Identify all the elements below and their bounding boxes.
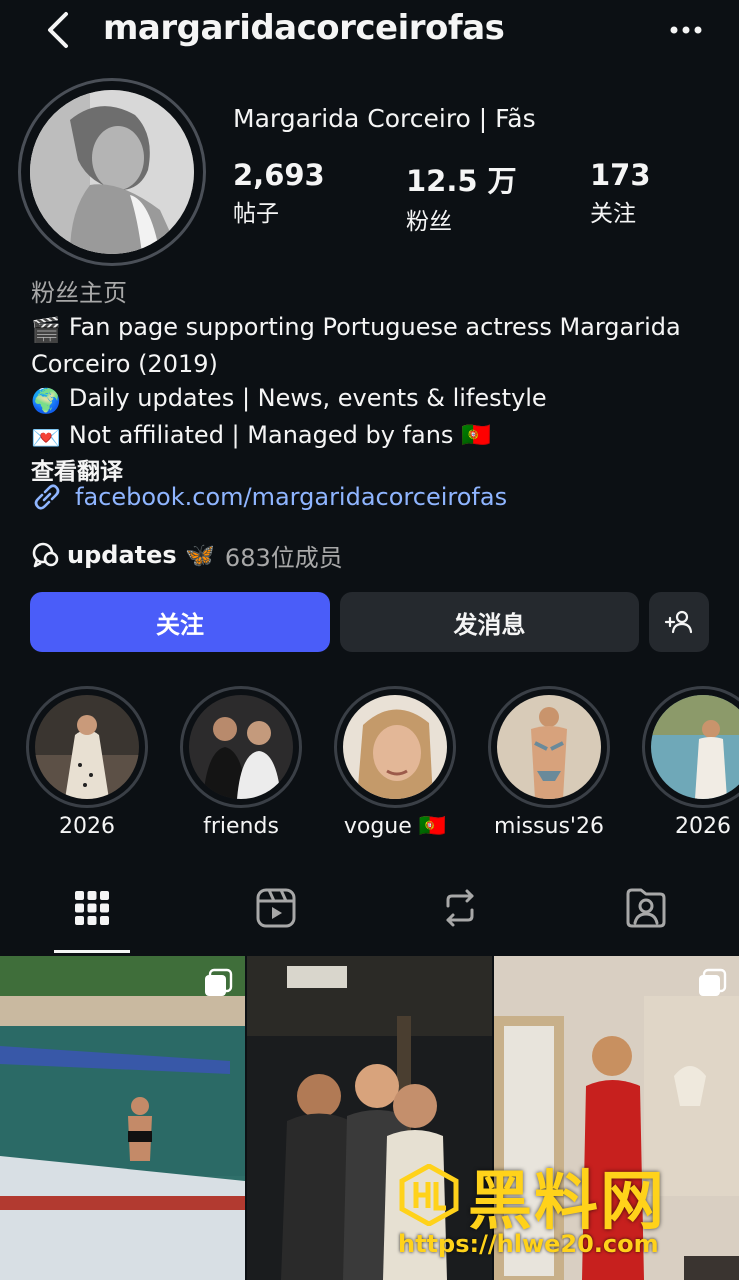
story-highlight[interactable]: 2026 [642, 686, 739, 839]
active-tab-indicator [54, 950, 130, 953]
suggest-accounts-button[interactable] [649, 592, 709, 652]
multi-photo-icon [205, 968, 233, 996]
post-thumbnail[interactable] [247, 956, 492, 1280]
highlight-cover [35, 695, 139, 799]
following-stat[interactable]: 173 关注 [590, 158, 651, 228]
highlight-cover [343, 695, 447, 799]
followers-count: 12.5 万 [406, 164, 517, 198]
bio-line-2: 🌍 Daily updates | News, events & lifestyl… [31, 381, 721, 418]
message-button[interactable]: 发消息 [340, 592, 639, 652]
back-button[interactable] [40, 10, 80, 50]
highlight-label: 2026 [675, 814, 731, 839]
tab-posts-grid[interactable] [0, 862, 184, 954]
highlight-cover [497, 695, 601, 799]
following-count: 173 [590, 158, 651, 192]
story-highlight[interactable]: vogue 🇵🇹 [334, 686, 456, 839]
highlight-label: vogue 🇵🇹 [343, 814, 447, 839]
profile-category: 粉丝主页 [31, 279, 127, 307]
repost-icon [446, 889, 474, 927]
story-highlight[interactable]: friends [180, 686, 302, 839]
profile-username[interactable]: margaridacorceirofas [103, 8, 505, 48]
multi-photo-icon [699, 968, 727, 996]
followers-stat[interactable]: 12.5 万 粉丝 [406, 158, 517, 236]
highlight-ring [334, 686, 456, 808]
story-highlight[interactable]: missus'26 [488, 686, 610, 839]
highlight-cover [189, 695, 293, 799]
story-highlight[interactable]: 2026 [26, 686, 148, 839]
follow-button[interactable]: 关注 [30, 592, 330, 652]
more-options-button[interactable] [666, 12, 706, 48]
followers-label: 粉丝 [406, 209, 452, 235]
bio-line-3-text: Not affiliated | Managed by fans 🇵🇹 [68, 421, 491, 449]
highlight-ring [642, 686, 739, 808]
broadcast-channel[interactable]: updates 🦋 683位成员 [31, 538, 343, 572]
posts-label: 帖子 [233, 201, 279, 227]
highlight-label: 2026 [59, 814, 115, 839]
highlight-ring [488, 686, 610, 808]
highlight-label: missus'26 [494, 814, 604, 839]
highlight-ring [180, 686, 302, 808]
posts-stat[interactable]: 2,693 帖子 [233, 158, 325, 228]
tab-reposts[interactable] [368, 862, 552, 954]
profile-tabs [0, 862, 739, 954]
clapper-icon: 🎬 [31, 316, 61, 344]
grid-icon [75, 891, 109, 925]
add-person-icon [664, 610, 693, 634]
link-icon [34, 484, 60, 510]
bio-line-3: 💌 Not affiliated | Managed by fans 🇵🇹 [31, 418, 721, 455]
chevron-left-icon [48, 12, 68, 48]
bio-link-text[interactable]: facebook.com/margaridacorceirofas [75, 483, 507, 511]
channel-icon [32, 542, 59, 568]
highlight-cover [651, 695, 739, 799]
posts-count: 2,693 [233, 158, 325, 192]
bio-line-1: 🎬 Fan page supporting Portuguese actress … [31, 310, 721, 381]
bio-line-1-text: Fan page supporting Portuguese actress M… [31, 313, 681, 378]
tab-tagged[interactable] [554, 862, 738, 954]
love-letter-icon: 💌 [31, 424, 61, 452]
channel-name: updates 🦋 [67, 541, 215, 569]
bio: 粉丝主页 🎬 Fan page supporting Portuguese act… [31, 276, 721, 489]
highlight-label: friends [203, 814, 279, 839]
highlight-ring [26, 686, 148, 808]
globe-icon: 🌍 [31, 387, 61, 415]
tab-reels[interactable] [184, 862, 368, 954]
top-bar: margaridacorceirofas [0, 0, 739, 60]
display-name: Margarida Corceiro | Fãs [233, 104, 536, 133]
tagged-icon [626, 888, 666, 928]
following-label: 关注 [590, 201, 636, 227]
ellipsis-icon [670, 26, 702, 34]
post-thumbnail[interactable] [494, 956, 739, 1280]
bio-line-2-text: Daily updates | News, events & lifestyle [68, 384, 547, 412]
channel-member-count: 683位成员 [224, 543, 343, 572]
reels-icon [256, 888, 296, 928]
avatar[interactable] [30, 90, 194, 254]
bio-link[interactable]: facebook.com/margaridacorceirofas [31, 480, 507, 514]
post-thumbnail[interactable] [0, 956, 245, 1280]
